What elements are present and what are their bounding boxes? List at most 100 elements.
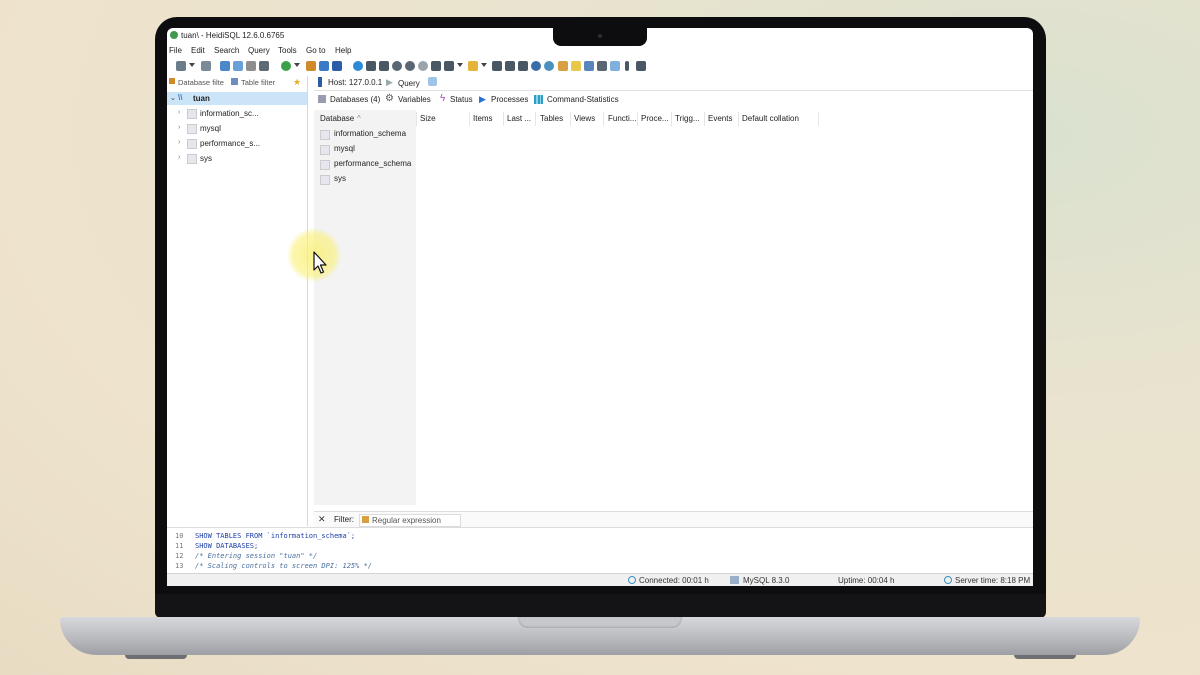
column-header-size[interactable]: Size: [420, 114, 436, 123]
tab-databases[interactable]: Databases (4): [330, 95, 380, 104]
chevron-down-icon[interactable]: ⌄: [170, 94, 176, 102]
tree-item-performance-schema[interactable]: › performance_s...: [167, 137, 307, 150]
tree-item-information-schema[interactable]: › information_sc...: [167, 107, 307, 120]
column-header-procedures[interactable]: Proce...: [641, 114, 669, 123]
row-database-name: mysql: [334, 144, 355, 153]
search-icon[interactable]: [544, 61, 554, 71]
column-divider: [818, 112, 819, 126]
column-header-tables[interactable]: Tables: [540, 114, 563, 123]
column-header-views[interactable]: Views: [574, 114, 595, 123]
filter-input[interactable]: Regular expression: [359, 514, 461, 527]
menu-tools[interactable]: Tools: [278, 46, 297, 55]
column-header-triggers[interactable]: Trigg...: [675, 114, 700, 123]
status-bar: Connected: 00:01 h MySQL 8.3.0 Uptime: 0…: [167, 573, 1033, 586]
explain-icon[interactable]: [610, 61, 620, 71]
tree-item-sys[interactable]: › sys: [167, 152, 307, 165]
clear-icon[interactable]: [558, 61, 568, 71]
play-icon: ▶: [479, 94, 486, 104]
paste-icon[interactable]: [233, 61, 243, 71]
tree-session-root[interactable]: ⌄ \\ tuan: [167, 92, 307, 105]
menu-edit[interactable]: Edit: [191, 46, 205, 55]
last-record-icon[interactable]: [379, 61, 389, 71]
sql-log[interactable]: 10 SHOW TABLES FROM `information_schema`…: [167, 527, 1033, 574]
column-header-functions[interactable]: Functi...: [608, 114, 636, 123]
menu-help[interactable]: Help: [335, 46, 351, 55]
play-icon: ▶: [386, 77, 393, 87]
tab-command-statistics[interactable]: Command-Statistics: [547, 95, 619, 104]
format-sql-icon[interactable]: [571, 61, 581, 71]
chevron-right-icon[interactable]: ›: [178, 124, 180, 131]
tab-query[interactable]: Query: [398, 79, 420, 88]
status-uptime: Uptime: 00:04 h: [838, 576, 895, 585]
save-icon[interactable]: [492, 61, 502, 71]
post-icon[interactable]: [418, 61, 428, 71]
tab-host[interactable]: Host: 127.0.0.1: [328, 78, 382, 87]
row-database-name: sys: [334, 174, 346, 183]
row-database-name: performance_schema: [334, 159, 412, 168]
column-divider: [603, 112, 604, 126]
filter-icon: [169, 78, 175, 84]
column-header-events[interactable]: Events: [708, 114, 732, 123]
refresh-icon[interactable]: [281, 61, 291, 71]
tree-item-mysql[interactable]: › mysql: [167, 122, 307, 135]
column-header-database[interactable]: Database: [320, 114, 354, 123]
create-object-icon[interactable]: [306, 61, 316, 71]
wrap-icon[interactable]: [597, 61, 607, 71]
log-line-number: 11: [175, 542, 184, 550]
query-options-icon[interactable]: [518, 61, 528, 71]
chevron-right-icon[interactable]: ›: [178, 139, 180, 146]
log-line-number: 12: [175, 552, 184, 560]
cancel-icon[interactable]: [431, 61, 441, 71]
connect-icon[interactable]: [176, 61, 186, 71]
tab-status[interactable]: Status: [450, 95, 473, 104]
copy-icon[interactable]: [220, 61, 230, 71]
run-icon[interactable]: [444, 61, 454, 71]
column-divider: [704, 112, 705, 126]
menu-goto[interactable]: Go to: [306, 46, 326, 55]
column-header-items[interactable]: Items: [473, 114, 493, 123]
add-record-icon[interactable]: [392, 61, 402, 71]
exit-icon[interactable]: [636, 61, 646, 71]
binary-icon[interactable]: [584, 61, 594, 71]
load-icon[interactable]: [505, 61, 515, 71]
print-icon[interactable]: [259, 61, 269, 71]
database-icon: [320, 145, 330, 155]
chevron-right-icon[interactable]: ›: [178, 109, 180, 116]
chevron-right-icon[interactable]: ›: [178, 154, 180, 161]
column-header-default-collation[interactable]: Default collation: [742, 114, 799, 123]
menu-query[interactable]: Query: [248, 46, 270, 55]
disconnect-icon[interactable]: [201, 61, 211, 71]
tab-processes[interactable]: Processes: [491, 95, 528, 104]
column-header-last[interactable]: Last ...: [507, 114, 531, 123]
swap-icon[interactable]: [332, 61, 342, 71]
tree-filter-bar: Database filte Table filter ★: [167, 76, 307, 90]
new-query-tab-icon[interactable]: [428, 77, 437, 86]
row-database-name: information_schema: [334, 129, 407, 138]
undo-icon[interactable]: [246, 61, 256, 71]
database-tree-pane: Database filte Table filter ★ ⌄ \\ tuan …: [167, 76, 308, 526]
open-folder-icon[interactable]: [468, 61, 478, 71]
database-filter-input[interactable]: Database filte: [178, 78, 224, 87]
host-subtabs: Databases (4) ⚙ Variables ϟ Status ▶ Pro…: [314, 93, 1033, 107]
chevron-down-icon[interactable]: [294, 63, 300, 67]
delete-record-icon[interactable]: [405, 61, 415, 71]
host-icon: [318, 77, 322, 87]
zoom-icon[interactable]: [531, 61, 541, 71]
star-icon[interactable]: ★: [293, 77, 301, 88]
menu-search[interactable]: Search: [214, 46, 239, 55]
help-icon[interactable]: [353, 61, 363, 71]
chevron-down-icon[interactable]: [189, 63, 195, 67]
chevron-down-icon[interactable]: [457, 63, 463, 67]
table-filter-input[interactable]: Table filter: [241, 78, 275, 87]
toolbar: [167, 59, 1033, 74]
tab-variables[interactable]: Variables: [398, 95, 431, 104]
close-icon[interactable]: ✕: [318, 514, 326, 525]
status-connected: Connected: 00:01 h: [639, 576, 709, 585]
export-icon[interactable]: [319, 61, 329, 71]
database-icon: [320, 130, 330, 140]
first-record-icon[interactable]: [366, 61, 376, 71]
menu-file[interactable]: File: [169, 46, 182, 55]
column-divider: [503, 112, 504, 126]
sort-ascending-icon: ^: [357, 114, 361, 123]
chevron-down-icon[interactable]: [481, 63, 487, 67]
